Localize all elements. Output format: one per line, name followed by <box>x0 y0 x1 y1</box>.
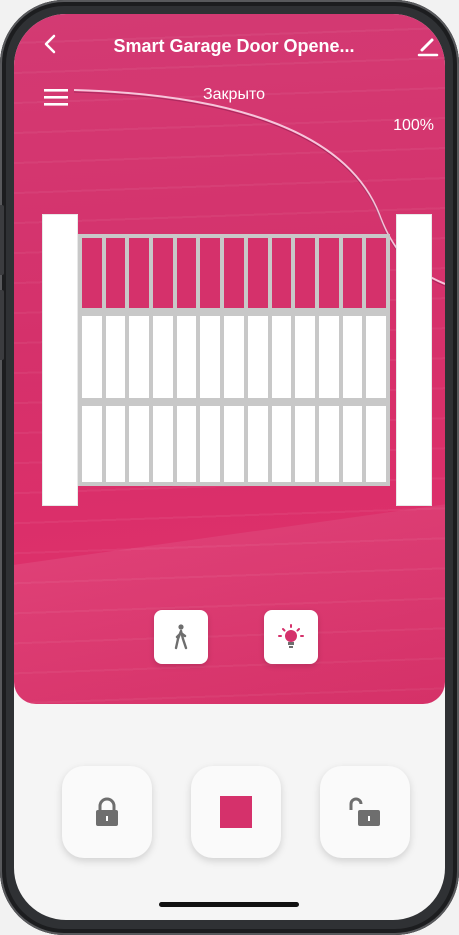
gate-slat <box>318 406 339 482</box>
chevron-left-icon[interactable] <box>40 32 60 56</box>
gate-slat <box>224 316 244 398</box>
lock-closed-icon <box>96 797 118 826</box>
volume-up-button <box>0 205 4 275</box>
gate-slat <box>176 406 197 482</box>
page-title: Smart Garage Door Opene... <box>113 36 355 56</box>
gate-slat <box>129 316 150 398</box>
gate-slat <box>295 406 315 482</box>
gate-slat <box>82 406 102 482</box>
volume-down-button <box>0 290 4 360</box>
gate-slat <box>342 238 363 308</box>
home-indicator[interactable] <box>159 902 299 907</box>
status-label: Закрыто <box>202 86 265 103</box>
gate-slat <box>200 316 221 398</box>
gate-slat <box>176 316 197 398</box>
gate-panel: Smart Garage Door Opene... Закрыто 100% <box>14 14 445 704</box>
light-button[interactable] <box>264 610 318 664</box>
gate-slat <box>318 316 339 398</box>
gate-slat <box>129 406 150 482</box>
gate-slat <box>200 406 221 482</box>
stop-square-icon <box>220 796 252 828</box>
gate-slat <box>200 238 221 308</box>
gate-slat <box>342 316 363 398</box>
gate-slat <box>295 316 315 398</box>
app-screen: Smart Garage Door Opene... Закрыто 100% <box>14 14 445 920</box>
gate-slat <box>176 238 197 308</box>
top-bar: Smart Garage Door Opene... <box>14 14 445 74</box>
gate-slat <box>129 238 150 308</box>
gate-slat <box>247 316 268 398</box>
gate-illustration <box>38 214 438 514</box>
close-button[interactable] <box>62 766 152 858</box>
gate-slat <box>105 316 126 398</box>
phone-frame: Smart Garage Door Opene... Закрыто 100% <box>0 0 459 935</box>
pedestrian-mode-button[interactable] <box>154 610 208 664</box>
gate-slat <box>247 406 268 482</box>
gate-slat <box>318 238 339 308</box>
gate-slat <box>342 406 363 482</box>
gate-slat <box>295 238 315 308</box>
percent-label: 100% <box>393 117 434 134</box>
lock-open-icon <box>349 797 380 826</box>
gate-slat <box>366 316 386 398</box>
gate-slat <box>153 316 173 398</box>
gate-slat <box>153 238 173 308</box>
gate-slat <box>105 238 126 308</box>
gate-slat <box>271 406 292 482</box>
walking-person-icon <box>174 624 188 650</box>
stop-button[interactable] <box>191 766 281 858</box>
lightbulb-icon <box>278 624 304 648</box>
gate-slat <box>366 238 386 308</box>
left-gate-post <box>42 214 78 506</box>
gate-body <box>78 234 390 486</box>
gate-slat <box>153 406 173 482</box>
gate-slat <box>366 406 386 482</box>
hamburger-menu-icon[interactable] <box>44 88 70 108</box>
gate-slat <box>224 238 244 308</box>
open-button[interactable] <box>320 766 410 858</box>
right-gate-post <box>396 214 432 506</box>
pencil-icon[interactable] <box>416 34 440 58</box>
gate-slat <box>224 406 244 482</box>
gate-slat <box>271 238 292 308</box>
gate-slat <box>105 406 126 482</box>
gate-slat <box>82 316 102 398</box>
gate-slat <box>82 238 102 308</box>
gate-slat <box>247 238 268 308</box>
background-shade <box>14 500 445 704</box>
gate-slat <box>271 316 292 398</box>
